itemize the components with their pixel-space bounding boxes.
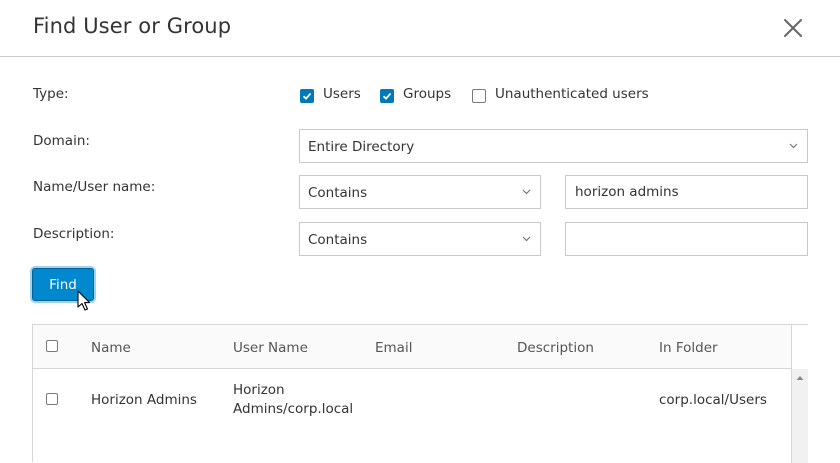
chevron-down-icon: [789, 143, 798, 149]
row-in-folder: corp.local/Users: [659, 392, 767, 408]
description-label: Description:: [33, 226, 115, 242]
domain-select-value: Entire Directory: [308, 139, 415, 155]
scroll-track[interactable]: [792, 369, 808, 463]
dialog-header: Find User or Group: [0, 0, 840, 57]
users-checkbox-label[interactable]: Users: [323, 86, 361, 102]
scroll-up-arrow-icon[interactable]: [796, 375, 804, 381]
column-header-email[interactable]: Email: [375, 340, 412, 356]
users-checkbox[interactable]: [300, 89, 314, 103]
chevron-down-icon: [522, 189, 531, 195]
row-user-name-line2: Admins/corp.local: [233, 401, 354, 417]
dialog-title: Find User or Group: [33, 14, 232, 38]
row-checkbox[interactable]: [46, 393, 58, 405]
find-user-or-group-dialog: Find User or Group Type: Users Groups Un…: [0, 0, 840, 463]
row-user-name-line1: Horizon: [233, 382, 285, 398]
description-match-select[interactable]: Contains: [299, 222, 541, 256]
name-user-name-label: Name/User name:: [33, 179, 156, 195]
column-header-in-folder[interactable]: In Folder: [659, 340, 718, 356]
name-match-select[interactable]: Contains: [299, 175, 541, 209]
name-search-input[interactable]: [565, 175, 808, 209]
column-header-user-name[interactable]: User Name: [233, 340, 308, 356]
row-name: Horizon Admins: [91, 392, 197, 408]
chevron-down-icon: [522, 236, 531, 242]
table-row[interactable]: Horizon Admins Horizon Admins/corp.local…: [33, 369, 791, 431]
description-search-input[interactable]: [565, 222, 808, 256]
unauthenticated-users-checkbox-label[interactable]: Unauthenticated users: [495, 86, 649, 102]
results-grid: Name User Name Email Description In Fold…: [32, 324, 808, 463]
groups-checkbox-label[interactable]: Groups: [403, 86, 451, 102]
groups-checkbox[interactable]: [380, 89, 394, 103]
column-header-name[interactable]: Name: [91, 340, 131, 356]
grid-header: Name User Name Email Description In Fold…: [33, 325, 791, 369]
checkmark-icon: [302, 92, 312, 100]
close-icon[interactable]: [781, 16, 805, 40]
domain-select[interactable]: Entire Directory: [299, 129, 808, 163]
mouse-cursor-icon: [77, 290, 91, 311]
select-all-checkbox[interactable]: [46, 340, 58, 352]
name-match-value: Contains: [308, 185, 368, 201]
unauthenticated-users-checkbox[interactable]: [472, 89, 486, 103]
column-header-description[interactable]: Description: [517, 340, 594, 356]
domain-label: Domain:: [33, 133, 90, 149]
description-match-value: Contains: [308, 232, 368, 248]
type-label: Type:: [33, 86, 69, 102]
checkmark-icon: [382, 92, 392, 100]
grid-scrollbar[interactable]: [791, 325, 808, 463]
